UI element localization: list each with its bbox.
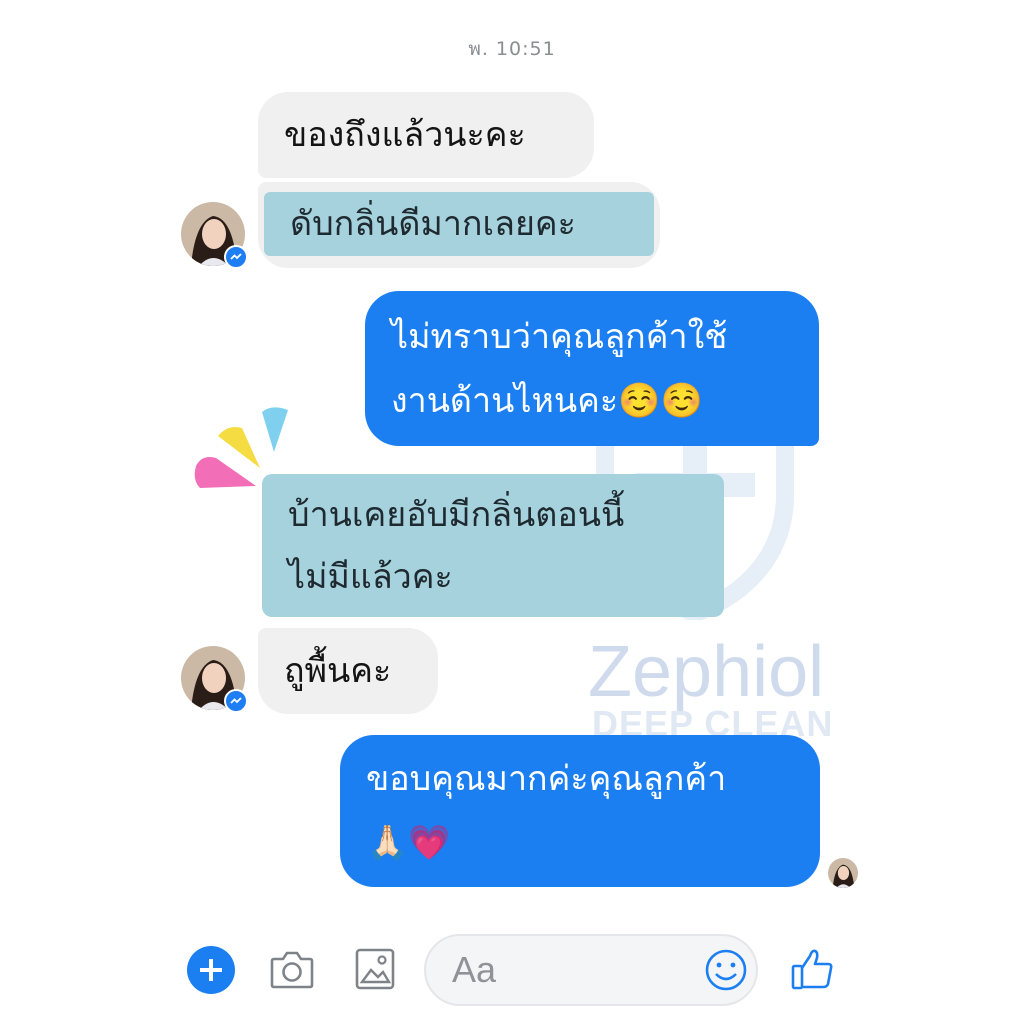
message-input-placeholder: Aa (452, 949, 497, 990)
thumbs-up-icon[interactable] (790, 946, 836, 992)
message-bubble-outgoing[interactable]: ขอบคุณมากค่ะคุณลูกค้า 🙏🏻💗 (340, 735, 820, 887)
plus-icon[interactable] (187, 946, 235, 994)
message-text: ขอบคุณมากค่ะคุณลูกค้า (366, 759, 727, 799)
message-text: บ้านเคยอับมีกลิ่นตอนนี้ (288, 494, 625, 535)
watermark-brand: Zephiol (588, 632, 825, 712)
message-bubble-outgoing[interactable]: ไม่ทราบว่าคุณลูกค้าใช้ งานด้านไหนคะ☺️☺️ (365, 291, 819, 446)
message-bubble[interactable]: ถูพื้นคะ (258, 628, 438, 714)
camera-icon[interactable] (268, 947, 316, 993)
message-text: ไม่มีแล้วคะ (288, 556, 453, 597)
message-text: ของถึงแล้วนะคะ (284, 115, 526, 155)
messenger-badge-icon (224, 689, 248, 713)
timestamp: พ. 10:51 (468, 38, 556, 60)
message-text: ถูพื้นคะ (284, 651, 392, 691)
message-text: ไม่ทราบว่าคุณลูกค้าใช้ (391, 316, 728, 357)
messenger-badge-icon (224, 245, 248, 269)
message-bubble[interactable]: ดับกลิ่นดีมากเลยคะ (264, 192, 654, 256)
emoji-icon[interactable] (704, 948, 748, 992)
message-bubble[interactable]: ของถึงแล้วนะคะ (258, 92, 594, 178)
message-bubble[interactable]: บ้านเคยอับมีกลิ่นตอนนี้ ไม่มีแล้วคะ (262, 474, 724, 617)
message-text: 🙏🏻💗 (366, 823, 451, 863)
seen-avatar (828, 858, 858, 888)
message-text: ดับกลิ่นดีมากเลยคะ (290, 204, 576, 244)
message-text: งานด้านไหนคะ☺️☺️ (391, 380, 703, 421)
image-icon[interactable] (354, 946, 396, 992)
